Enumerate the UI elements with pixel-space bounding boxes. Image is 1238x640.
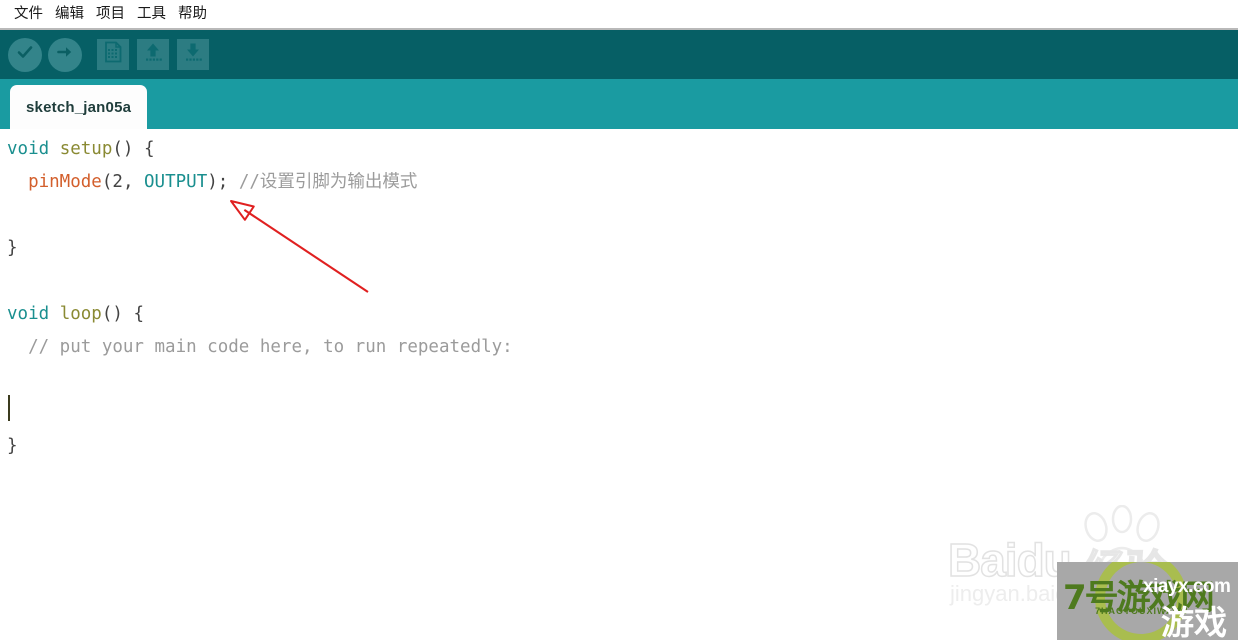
code-token: OUTPUT [144, 172, 208, 192]
logo-cn-large-text: 游戏 [1161, 603, 1227, 640]
menu-edit[interactable]: 编辑 [49, 0, 90, 28]
new-button[interactable] [97, 39, 129, 70]
code-line: } [7, 232, 1238, 265]
code-token: , [122, 172, 145, 192]
menu-bar: 文件 编辑 项目 工具 帮助 [0, 0, 1238, 28]
code-token: loop [59, 304, 102, 324]
code-token: // put your main code here, to run repea… [7, 337, 513, 357]
code-line: pinMode(2, OUTPUT); //设置引脚为输出模式 [7, 166, 1238, 199]
menu-tools[interactable]: 工具 [131, 0, 172, 28]
code-token: pinMode [28, 172, 102, 192]
code-token: ); [207, 172, 239, 192]
code-editor[interactable]: void setup() { pinMode(2, OUTPUT); //设置引… [0, 129, 1238, 640]
upload-button[interactable] [48, 37, 82, 72]
menu-help[interactable]: 帮助 [172, 0, 213, 28]
code-line: void loop() { [7, 298, 1238, 331]
code-token: () { [112, 139, 155, 159]
code-token: setup [59, 139, 113, 159]
code-text[interactable]: void setup() { pinMode(2, OUTPUT); //设置引… [0, 129, 1238, 463]
new-file-icon [103, 41, 123, 68]
text-caret [8, 395, 10, 421]
code-line: void setup() { [7, 133, 1238, 166]
arrow-up-icon [142, 41, 164, 68]
code-token: () { [101, 304, 145, 324]
code-line: } [7, 430, 1238, 463]
code-token: } [7, 238, 18, 258]
open-button[interactable] [137, 39, 169, 70]
code-token: //设置引脚为输出模式 [238, 172, 418, 192]
toolbar [0, 30, 1238, 79]
code-line: // put your main code here, to run repea… [7, 331, 1238, 364]
tab-bar: sketch_jan05a [0, 79, 1238, 129]
save-button[interactable] [177, 39, 209, 70]
code-token: void [7, 139, 50, 159]
site-logo-overlay: 7号游戏网 7HAOYOUXIWANG xiayx.com 游戏 [1057, 562, 1238, 640]
tab-sketch-jan05a[interactable]: sketch_jan05a [10, 85, 148, 129]
menu-sketch[interactable]: 项目 [90, 0, 131, 28]
code-token: } [7, 436, 18, 456]
arrow-right-icon [55, 42, 75, 67]
code-token: ( [101, 172, 113, 192]
tab-label: sketch_jan05a [26, 98, 132, 116]
arrow-down-icon [182, 41, 204, 68]
code-token: void [7, 304, 50, 324]
verify-button[interactable] [8, 37, 42, 72]
checkmark-icon [15, 42, 35, 67]
code-token: 2 [112, 172, 123, 192]
logo-url-text: xiayx.com [1143, 576, 1231, 597]
menu-file[interactable]: 文件 [8, 0, 49, 28]
